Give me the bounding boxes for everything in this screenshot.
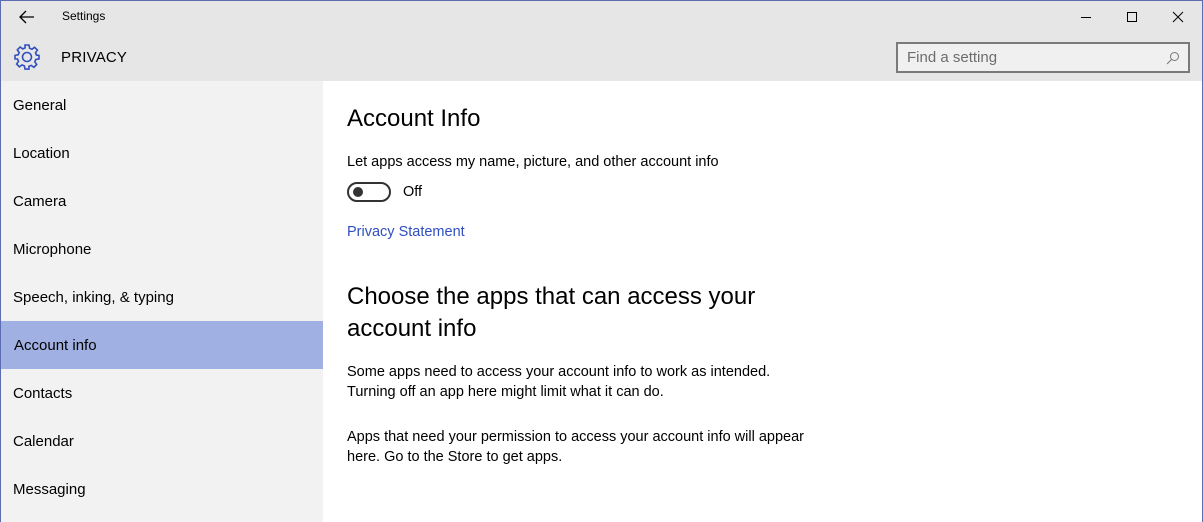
main-content: Account Info Let apps access my name, pi… — [323, 81, 1202, 522]
sidebar-item-account-info[interactable]: Account info — [1, 321, 323, 369]
sidebar-item-location[interactable]: Location — [1, 129, 323, 177]
sidebar-item-calendar[interactable]: Calendar — [1, 417, 323, 465]
sidebar-item-label: Location — [13, 144, 70, 162]
minimize-icon — [1081, 17, 1091, 18]
section-title: PRIVACY — [61, 49, 128, 66]
search-input[interactable] — [898, 44, 1162, 71]
sidebar-item-general[interactable]: General — [1, 81, 323, 129]
sidebar-item-microphone[interactable]: Microphone — [1, 225, 323, 273]
window-title: Settings — [62, 9, 106, 23]
back-arrow-icon — [19, 10, 34, 24]
search-box[interactable] — [896, 42, 1190, 73]
section-heading: Choose the apps that can access your acc… — [347, 283, 756, 342]
toggle-state-text: Off — [403, 184, 423, 200]
sidebar-nav: General Location Camera Microphone Speec… — [1, 81, 323, 522]
empty-apps-message: Apps that need your permission to access… — [347, 429, 804, 465]
sidebar-item-label: Camera — [13, 192, 67, 210]
sidebar-item-label: Account info — [14, 336, 97, 354]
sidebar-item-speech-inking-typing[interactable]: Speech, inking, & typing — [1, 273, 323, 321]
sidebar-item-label: Microphone — [13, 240, 92, 258]
maximize-button[interactable] — [1109, 1, 1155, 33]
sidebar-item-camera[interactable]: Camera — [1, 177, 323, 225]
back-button[interactable] — [9, 2, 45, 32]
sidebar-item-label: General — [13, 96, 67, 114]
sidebar-item-label: Messaging — [13, 480, 86, 498]
sidebar-item-messaging[interactable]: Messaging — [1, 465, 323, 513]
search-icon[interactable] — [1162, 47, 1184, 69]
maximize-icon — [1127, 12, 1137, 22]
toggle-knob — [353, 187, 363, 197]
close-button[interactable] — [1155, 1, 1201, 33]
page-header: PRIVACY — [1, 33, 1202, 81]
privacy-statement-link[interactable]: Privacy Statement — [347, 224, 465, 240]
sidebar-item-label: Speech, inking, & typing — [13, 288, 174, 306]
settings-window: Settings PRIVACY General Location Cam — [0, 0, 1203, 522]
gear-icon — [14, 44, 40, 70]
sidebar-item-contacts[interactable]: Contacts — [1, 369, 323, 417]
title-bar: Settings — [1, 1, 1202, 33]
minimize-button[interactable] — [1063, 1, 1109, 33]
sidebar-item-label: Calendar — [13, 432, 74, 450]
description-paragraph: Some apps need to access your account in… — [347, 364, 771, 400]
sidebar-item-label: Contacts — [13, 384, 73, 402]
page-title: Account Info — [347, 105, 481, 132]
account-access-toggle-label: Let apps access my name, picture, and ot… — [347, 154, 719, 170]
account-access-toggle[interactable] — [347, 182, 391, 202]
close-icon — [1172, 11, 1184, 23]
